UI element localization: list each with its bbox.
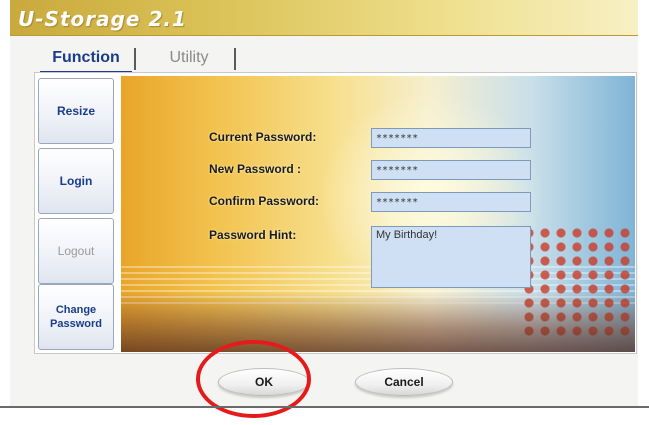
tab-function[interactable]: Function [40, 44, 132, 72]
function-panel: Resize Login Logout Change Password Curr… [34, 72, 637, 354]
new-password-field[interactable] [371, 160, 531, 180]
background-artwork [121, 292, 635, 352]
resize-button-label: Resize [56, 104, 96, 118]
logout-button-label: Logout [57, 244, 95, 258]
new-password-label: New Password : [209, 162, 302, 176]
current-password-label: Current Password: [209, 130, 317, 144]
tab-divider [234, 48, 236, 70]
cancel-button[interactable]: Cancel [355, 368, 453, 396]
confirm-password-field[interactable] [371, 192, 531, 212]
window-bottom-border [0, 406, 649, 408]
logout-button: Logout [38, 218, 114, 284]
login-button[interactable]: Login [38, 148, 114, 214]
change-password-button[interactable]: Change Password [38, 284, 114, 350]
window-title: U-Storage 2.1 [18, 7, 187, 31]
login-button-label: Login [59, 174, 93, 188]
app-window: U-Storage 2.1 Function Utility Resize Lo… [10, 0, 638, 408]
change-password-form: Current Password: New Password : Confirm… [121, 76, 635, 352]
resize-button[interactable]: Resize [38, 78, 114, 144]
title-bar: U-Storage 2.1 [10, 0, 638, 36]
password-hint-label: Password Hint: [209, 228, 297, 242]
tab-utility[interactable]: Utility [144, 44, 234, 72]
password-hint-field[interactable]: My Birthday! [371, 226, 531, 288]
change-password-button-label: Change Password [50, 304, 102, 330]
function-sidebar: Resize Login Logout Change Password [38, 76, 116, 352]
current-password-field[interactable] [371, 128, 531, 148]
tab-divider [134, 48, 136, 70]
confirm-password-label: Confirm Password: [209, 194, 320, 208]
